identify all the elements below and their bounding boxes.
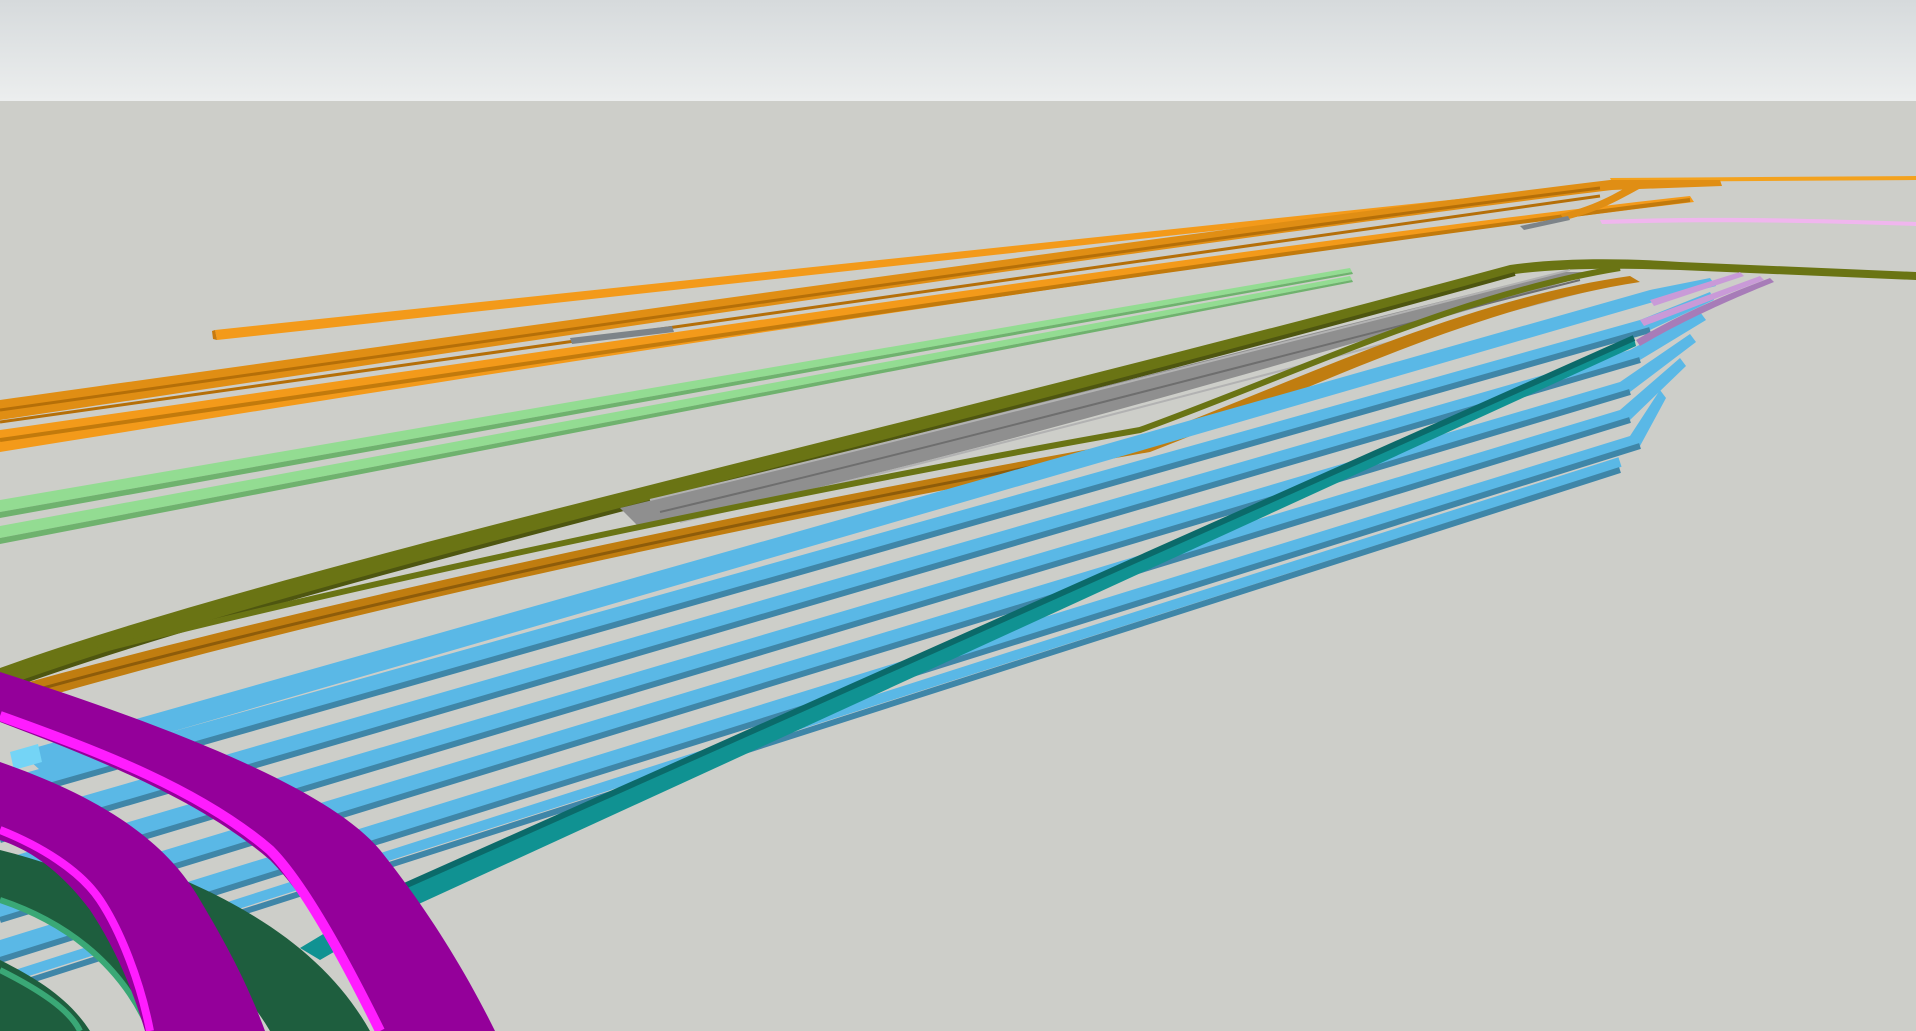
lilac-tracks[interactable] — [1636, 272, 1774, 346]
track-model-scene[interactable] — [0, 0, 1916, 1031]
pink-track[interactable] — [1600, 217, 1916, 226]
3d-viewport[interactable] — [0, 0, 1916, 1031]
